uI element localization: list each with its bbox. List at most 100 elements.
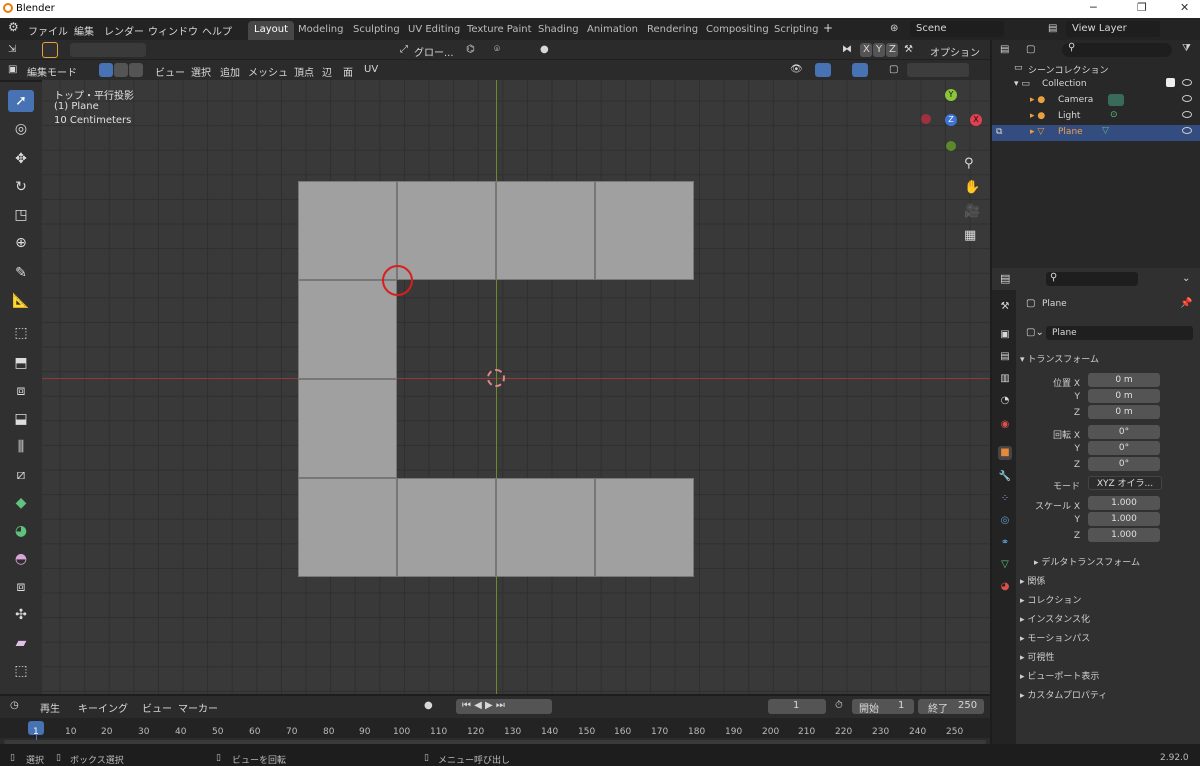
menu-vertex[interactable]: 頂点 [294,64,314,79]
scene-name[interactable]: Scene [916,23,947,34]
scene-tab-icon[interactable]: ◔ [998,394,1012,408]
outliner-type-icon[interactable]: ▤ [1000,44,1009,55]
tab-layout[interactable]: Layout [248,21,294,40]
poly-build-tool-icon[interactable]: ◆ [8,492,34,514]
props-search-input[interactable] [1046,272,1138,286]
gizmo-neg-y[interactable] [946,141,956,151]
tool-tab-icon[interactable]: ⚒ [998,300,1012,314]
location-z-field[interactable]: 0 m [1088,405,1160,419]
menu-help[interactable]: ヘルプ [202,23,232,38]
outliner-light[interactable]: ▸ ● Light ⊙ [992,109,1200,125]
shear-tool-icon[interactable]: ▰ [8,632,34,654]
proportional-icon[interactable]: ● [540,44,549,55]
location-y-field[interactable]: 0 m [1088,389,1160,403]
face-select-icon[interactable] [129,63,143,77]
shrink-tool-icon[interactable]: ✣ [8,604,34,626]
annotate-tool-icon[interactable]: ✎ [8,262,34,284]
constraints-tab-icon[interactable]: ⚭ [998,536,1012,550]
menu-mesh[interactable]: メッシュ [248,64,288,79]
object-data-icon[interactable]: ▢⌄ [1026,327,1044,338]
menu-playback[interactable]: 再生 [40,700,60,715]
gizmo-z[interactable]: Z [945,114,957,126]
tab-compositing[interactable]: Compositing [700,21,775,40]
editor-type-icon[interactable]: ⇲ [8,44,16,55]
physics-tab-icon[interactable]: ◎ [998,514,1012,528]
transform-orientation[interactable]: グロー... [414,44,454,59]
view-layer-icon[interactable]: ▤ [1048,23,1057,34]
mesh-face[interactable] [298,379,397,478]
edge-slide-tool-icon[interactable]: ⧈ [8,576,34,598]
shading-mode-buttons[interactable] [907,63,969,77]
knife-tool-icon[interactable]: ⧄ [8,464,34,486]
mesh-face[interactable] [298,280,397,379]
smooth-tool-icon[interactable]: ◓ [8,548,34,570]
panel-custom-properties[interactable]: ▸ カスタムプロパティ [1020,688,1107,701]
tab-scripting[interactable]: Scripting [768,21,824,40]
delta-transform-section[interactable]: ▸ デルタトランスフォーム [1034,555,1140,568]
menu-uv[interactable]: UV [364,64,378,75]
snap-icon[interactable]: ⌾ [494,44,500,55]
rotation-x-field[interactable]: 0° [1088,425,1160,439]
transform-tool-icon[interactable]: ⊕ [8,232,34,254]
filter-icon[interactable]: ⧩ [1182,43,1191,54]
add-cube-tool-icon[interactable]: ⬚ [8,322,34,344]
scale-y-field[interactable]: 1.000 [1088,512,1160,526]
add-workspace-icon[interactable]: + [823,21,833,35]
stopwatch-icon[interactable]: ⏱ [835,700,843,711]
timeline-scrollbar[interactable] [4,740,986,744]
menu-view[interactable]: ビュー [155,64,185,79]
panel-viewport-display[interactable]: ▸ ビューポート表示 [1020,669,1099,682]
chevron-down-icon[interactable]: ⌄ [1182,273,1190,284]
view-layer-tab-icon[interactable]: ▥ [998,372,1012,386]
rotation-y-field[interactable]: 0° [1088,441,1160,455]
camera-view-icon[interactable]: 🎥 [964,204,980,219]
location-x-field[interactable]: 0 m [1088,373,1160,387]
panel-instancing[interactable]: ▸ インスタンス化 [1020,612,1090,625]
menu-edge[interactable]: 辺 [322,64,332,79]
panel-collections[interactable]: ▸ コレクション [1020,593,1081,606]
material-tab-icon[interactable]: ◕ [998,580,1012,594]
tab-texture-paint[interactable]: Texture Paint [461,21,538,40]
axis-x[interactable]: X [863,44,870,55]
view-layer-name[interactable]: View Layer [1072,23,1127,34]
mode-dropdown[interactable]: 編集モード [27,64,77,79]
object-name-value[interactable]: Plane [1052,328,1077,338]
menu-timeline-view[interactable]: ビュー [142,700,172,715]
current-frame[interactable]: 1 [793,700,799,711]
cursor-tool-icon[interactable]: ◎ [8,118,34,140]
start-value[interactable]: 1 [898,700,904,711]
timeline-type-icon[interactable]: ◷ [10,700,19,711]
xray-icon[interactable]: ▢ [889,64,898,75]
tab-sculpting[interactable]: Sculpting [347,21,406,40]
bevel-tool-icon[interactable]: ⬓ [8,408,34,430]
particles-tab-icon[interactable]: ⁘ [998,492,1012,506]
record-icon[interactable]: ● [424,700,433,711]
vertex-select-icon[interactable] [99,63,113,77]
render-tab-icon[interactable]: ▣ [998,328,1012,342]
pin-icon[interactable]: 📌 [1180,298,1192,309]
pivot-icon[interactable]: ⌬ [466,44,475,55]
outliner-scene-collection[interactable]: ▭ シーンコレクション [992,61,1200,77]
data-tab-icon[interactable]: ▽ [998,558,1012,572]
tab-animation[interactable]: Animation [581,21,644,40]
tab-shading[interactable]: Shading [532,21,585,40]
mesh-face[interactable] [496,181,595,280]
scene-icon[interactable]: ⊛ [890,23,898,34]
gizmo-neg-x[interactable] [921,114,931,124]
rotation-mode-dropdown[interactable]: XYZ オイラ... [1088,476,1162,490]
rotate-tool-icon[interactable]: ↻ [8,176,34,198]
gizmo-x[interactable]: X [970,114,982,126]
scale-tool-icon[interactable]: ◳ [8,204,34,226]
select-tool-icon[interactable] [42,42,58,58]
move-tool-icon[interactable]: ✥ [8,148,34,170]
menu-face[interactable]: 面 [343,64,353,79]
3d-cursor-icon[interactable] [487,369,505,387]
output-tab-icon[interactable]: ▤ [998,350,1012,364]
mode-icon[interactable]: ▣ [8,64,17,75]
menu-render[interactable]: レンダー [104,23,144,38]
overlay-toggle-icon[interactable] [852,63,868,77]
blender-menu-icon[interactable]: ⚙ [8,20,19,34]
minimize-button[interactable]: ─ [1090,1,1097,14]
select-box-tool-icon[interactable]: ➚ [8,90,34,112]
tab-rendering[interactable]: Rendering [641,21,704,40]
